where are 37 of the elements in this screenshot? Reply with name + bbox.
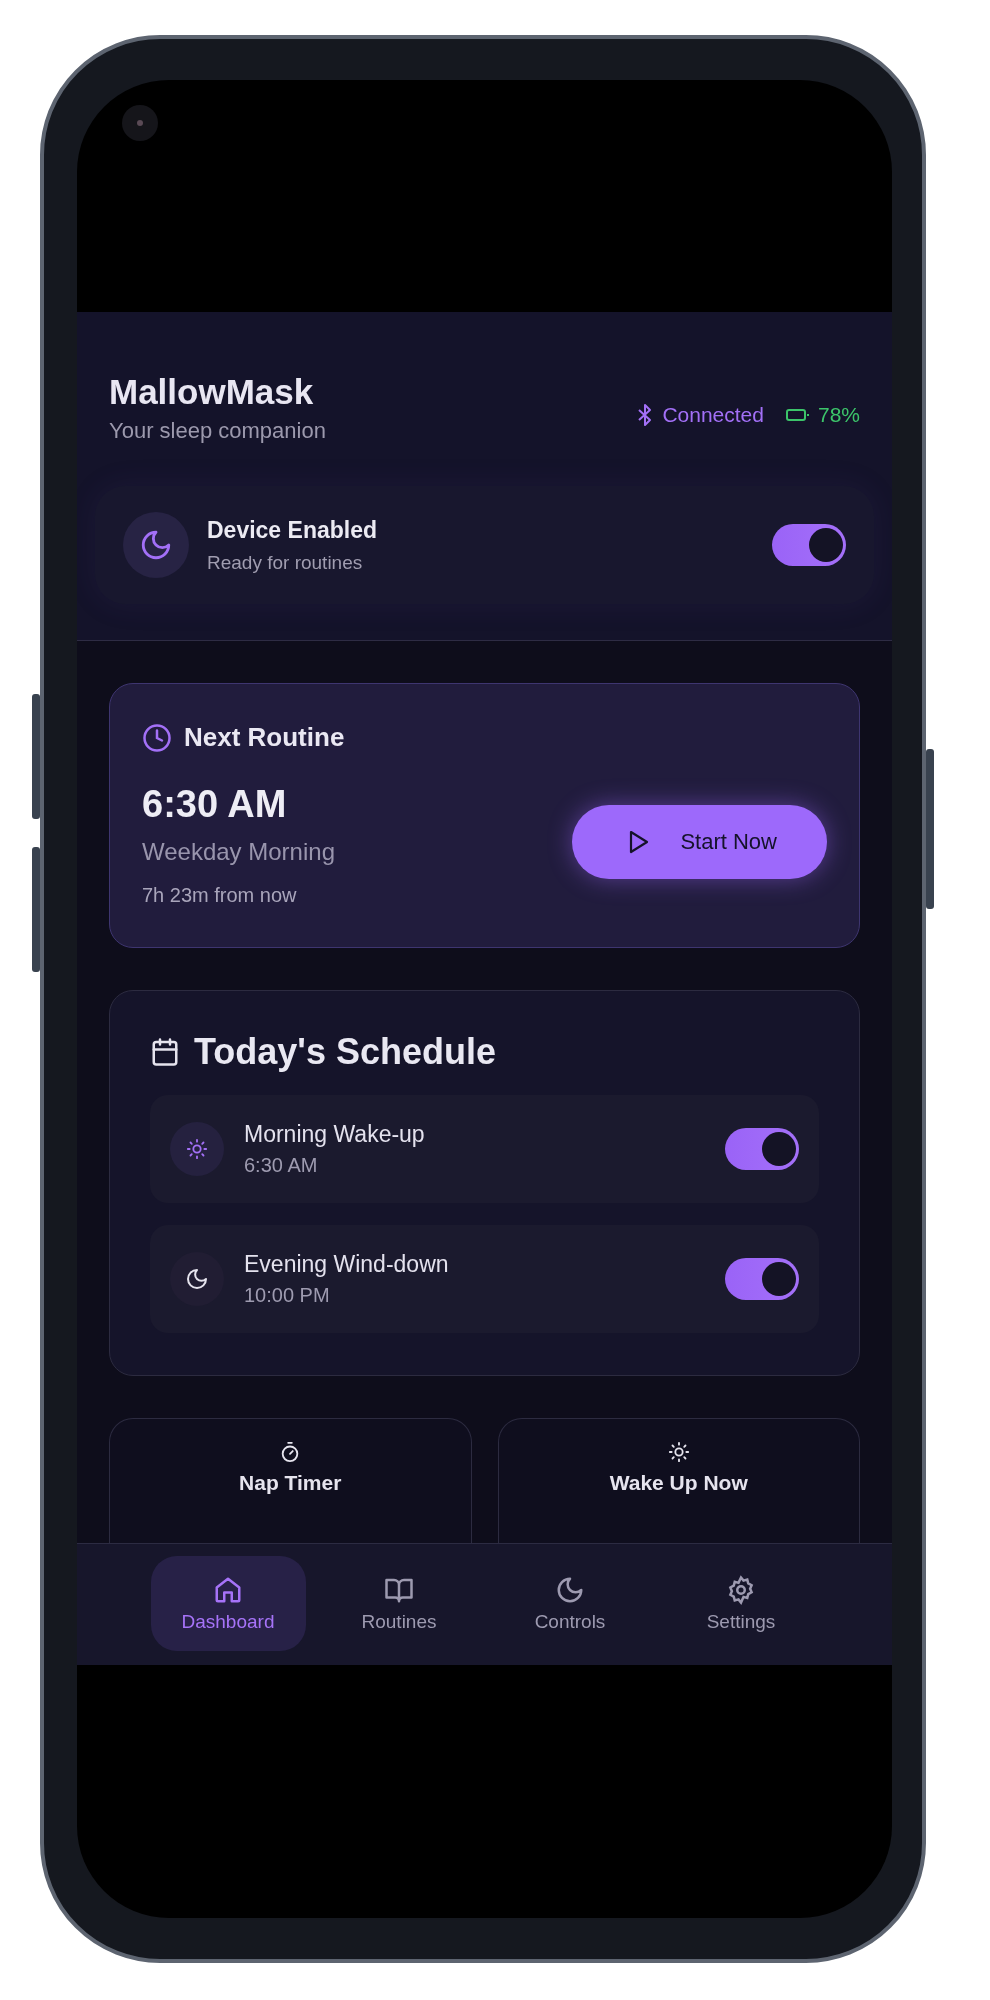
toggle-switch[interactable] (725, 1128, 799, 1170)
battery-level: 78% (817, 403, 860, 427)
quick-action-button[interactable]: Wake Up Now (497, 1418, 860, 1543)
quick-action-button[interactable]: Nap Timer (109, 1418, 472, 1543)
device-title: Device Enabled (207, 516, 379, 544)
app-subtitle: Your sleep companion (109, 418, 326, 444)
calendar-icon (150, 1037, 180, 1067)
camera-icon (122, 105, 158, 141)
toggle-switch[interactable] (772, 524, 846, 566)
schedule-item[interactable]: Morning Wake-up 6:30 AM (150, 1095, 819, 1203)
nav-tab[interactable]: Settings (663, 1556, 819, 1651)
card-heading: Next Routine (184, 722, 345, 753)
nav-tab[interactable]: Routines (321, 1556, 477, 1651)
device-subtitle: Ready for routines (207, 551, 364, 574)
routine-countdown: 7h 23m from now (142, 884, 298, 907)
routine-time: 6:30 AM (244, 1154, 319, 1177)
clock-icon (142, 722, 172, 753)
routine-time: 6:30 AM (142, 783, 288, 826)
routine-time: 10:00 PM (244, 1284, 331, 1307)
settings-icon (726, 1574, 756, 1605)
nav-tab[interactable]: Controls (492, 1556, 648, 1651)
app-title: MallowMask (109, 372, 315, 412)
routine-name: Evening Wind-down (244, 1251, 450, 1278)
sun-icon (667, 1441, 690, 1463)
routine-name: Weekday Morning (142, 838, 336, 866)
play-icon (628, 830, 651, 854)
start-now-button[interactable]: Start Now (572, 805, 827, 879)
battery-icon (785, 407, 810, 423)
sun-icon (186, 1138, 208, 1160)
toggle-switch[interactable] (725, 1258, 799, 1300)
routine-name: Morning Wake-up (244, 1121, 426, 1148)
card-heading: Today's Schedule (194, 1031, 496, 1073)
nav-tab[interactable]: Dashboard (150, 1556, 306, 1651)
connection-status: Connected (662, 403, 764, 427)
schedule-item[interactable]: Evening Wind-down 10:00 PM (150, 1225, 819, 1333)
moon-icon (139, 528, 173, 562)
moon-icon (185, 1267, 209, 1291)
